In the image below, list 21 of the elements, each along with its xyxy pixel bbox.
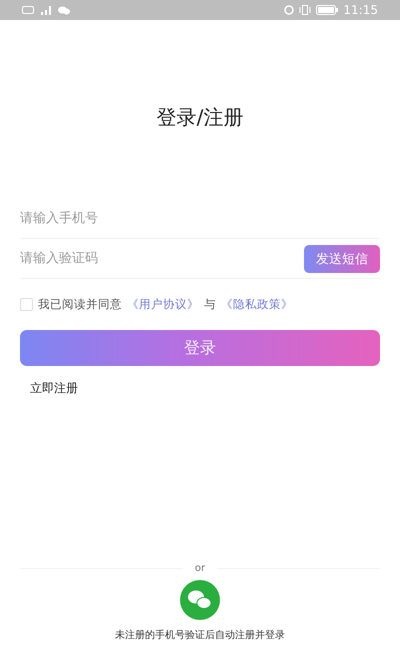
agreement-text: 与 [204,297,216,312]
phone-field[interactable]: 请输入手机号 [20,211,380,226]
status-time: 11:15 [343,3,378,17]
chat-icon [58,6,70,14]
battery-icon [316,5,338,15]
divider-label: or [194,563,206,574]
agreement-link[interactable]: 《隐私政策》 [221,297,293,312]
page-title: 登录/注册 [156,104,244,131]
signal-icon [39,5,53,15]
register-link[interactable]: 立即注册 [30,380,78,397]
footer-note: 未注册的手机号验证后自动注册并登录 [114,628,286,642]
code-field[interactable]: 请输入验证码 [20,251,304,266]
vibrate-icon [299,5,312,15]
login-button[interactable]: 登录 [20,330,380,366]
agree-checkbox[interactable] [20,298,33,311]
agreement-link[interactable]: 《用户协议》 [127,297,199,312]
hd-icon [22,6,34,14]
chat-login-icon[interactable] [180,580,220,620]
send-sms-button[interactable]: 发送短信 [304,244,380,272]
agreement-text: 我已阅读并同意 [38,297,122,312]
alarm-icon [284,5,294,15]
